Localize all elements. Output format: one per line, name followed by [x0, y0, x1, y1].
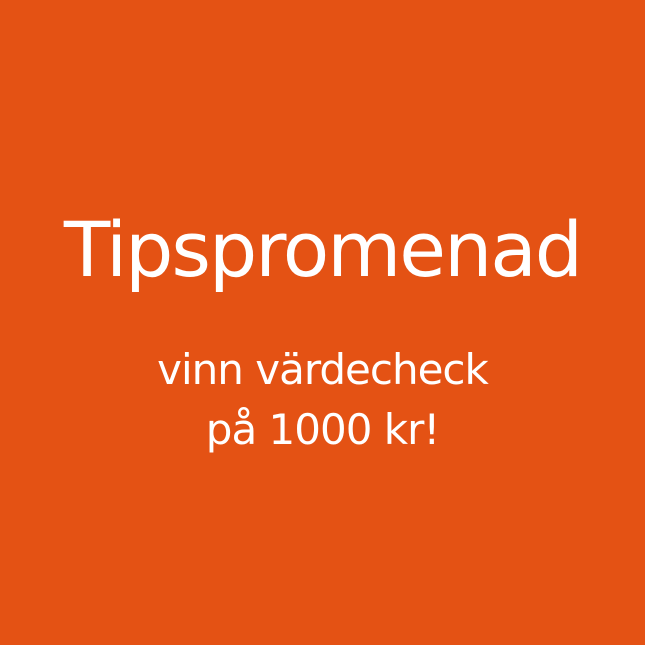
subtitle-line-2: på 1000 kr!: [205, 405, 440, 454]
promo-banner: Tipspromenad vinn värdecheck på 1000 kr!: [0, 0, 645, 645]
subtitle-line-1: vinn värdecheck: [157, 345, 489, 394]
banner-subtitle: vinn värdecheck på 1000 kr!: [0, 340, 645, 460]
banner-title: Tipspromenad: [63, 205, 583, 294]
